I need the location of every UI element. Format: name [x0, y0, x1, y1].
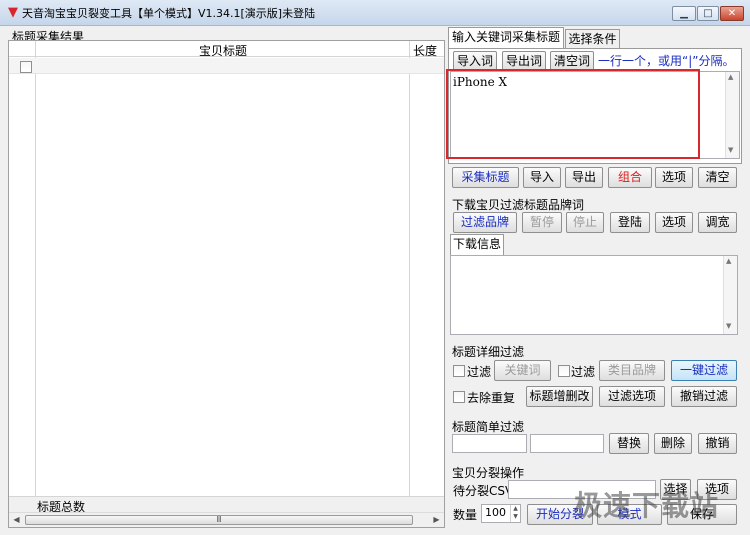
- close-button[interactable]: ✕: [720, 6, 744, 21]
- export-button[interactable]: 导出: [565, 167, 603, 188]
- one-click-filter-button[interactable]: 一键过滤: [671, 360, 737, 381]
- login-button[interactable]: 登陆: [610, 212, 650, 233]
- minimize-button[interactable]: ▁: [672, 6, 696, 21]
- detail-filter-title: 标题详细过滤: [452, 345, 525, 359]
- download-info-scrollbar[interactable]: ▲ ▼: [723, 256, 737, 334]
- maximize-button[interactable]: □: [697, 6, 719, 21]
- scroll-down-icon[interactable]: ▼: [728, 146, 733, 154]
- select-all-checkbox[interactable]: [20, 61, 32, 73]
- brand-options-button[interactable]: 选项: [655, 212, 693, 233]
- category-brand-button[interactable]: 类目品牌: [599, 360, 665, 381]
- keyword-hint: 一行一个，或用“|”分隔。: [598, 54, 735, 68]
- watermark-text: 极速下载站: [574, 489, 720, 522]
- app-logo-icon: ▼: [8, 5, 18, 20]
- filter-keyword-label: 过滤: [467, 365, 492, 379]
- filter-category-checkbox[interactable]: [558, 365, 570, 377]
- collect-titles-button[interactable]: 采集标题: [452, 167, 519, 188]
- simple-filter-find-input[interactable]: [452, 434, 527, 453]
- spin-arrows-icon[interactable]: ▲ ▼: [510, 505, 520, 522]
- scroll-left-icon[interactable]: ◀: [10, 514, 23, 526]
- scroll-up-icon[interactable]: ▲: [728, 73, 733, 81]
- quantity-label: 数量: [453, 508, 478, 522]
- tab-download-info[interactable]: 下载信息: [450, 234, 504, 256]
- title-bar: ▼ 天音淘宝宝贝裂变工具【单个模式】V1.34.1[演示版]未登陆 ▁ □ ✕: [0, 0, 750, 26]
- adjust-width-button[interactable]: 调宽: [698, 212, 737, 233]
- import-button[interactable]: 导入: [523, 167, 561, 188]
- filter-category-label: 过滤: [571, 365, 596, 379]
- filter-brand-button[interactable]: 过滤品牌: [453, 212, 517, 233]
- delete-button[interactable]: 删除: [654, 433, 692, 454]
- options-button[interactable]: 选项: [655, 167, 693, 188]
- highlight-box: [446, 69, 700, 159]
- pending-csv-label: 待分裂CSV: [453, 484, 514, 498]
- simple-filter-title: 标题简单过滤: [452, 420, 525, 434]
- brand-filter-title: 下载宝贝过滤标题品牌词: [452, 198, 585, 212]
- filter-keyword-checkbox[interactable]: [453, 365, 465, 377]
- dedupe-checkbox[interactable]: [453, 391, 465, 403]
- grid-new-row: [9, 58, 444, 74]
- undo-filter-button[interactable]: 撤销过滤: [671, 386, 737, 407]
- grid-col-divider: [409, 41, 410, 511]
- download-info-box[interactable]: ▲ ▼: [450, 255, 738, 335]
- keywords-button[interactable]: 关键词: [494, 360, 551, 381]
- dedupe-label: 去除重复: [467, 391, 516, 405]
- clear-button[interactable]: 清空: [698, 167, 737, 188]
- title-edit-button[interactable]: 标题增删改: [526, 386, 593, 407]
- pause-button[interactable]: 暂停: [522, 212, 562, 233]
- tab-keyword-collect[interactable]: 输入关键词采集标题: [448, 27, 564, 49]
- results-grid[interactable]: 宝贝标题 长度 标题总数 ◀ Ⅲ ▶: [8, 40, 445, 528]
- tab-select-conditions[interactable]: 选择条件: [565, 29, 620, 49]
- scroll-right-icon[interactable]: ▶: [430, 514, 443, 526]
- keyword-vertical-scrollbar[interactable]: ▲ ▼: [725, 72, 739, 158]
- simple-filter-replace-input[interactable]: [530, 434, 604, 453]
- stop-button[interactable]: 停止: [566, 212, 604, 233]
- window-title: 天音淘宝宝贝裂变工具【单个模式】V1.34.1[演示版]未登陆: [22, 7, 316, 20]
- scroll-up-icon[interactable]: ▲: [726, 257, 731, 265]
- undo-button[interactable]: 撤销: [698, 433, 737, 454]
- split-ops-title: 宝贝分裂操作: [452, 466, 525, 480]
- scroll-thumb[interactable]: Ⅲ: [25, 515, 413, 525]
- col-header-title[interactable]: 宝贝标题: [199, 42, 247, 59]
- filter-options-button[interactable]: 过滤选项: [599, 386, 665, 407]
- scroll-down-icon[interactable]: ▼: [726, 322, 731, 330]
- quantity-value: 100: [485, 506, 506, 519]
- grid-col-divider: [35, 41, 36, 511]
- quantity-stepper[interactable]: 100 ▲ ▼: [481, 504, 521, 523]
- replace-button[interactable]: 替换: [609, 433, 649, 454]
- combine-button[interactable]: 组合: [608, 167, 652, 188]
- horizontal-scrollbar[interactable]: ◀ Ⅲ ▶: [9, 512, 444, 527]
- col-header-length[interactable]: 长度: [413, 42, 437, 59]
